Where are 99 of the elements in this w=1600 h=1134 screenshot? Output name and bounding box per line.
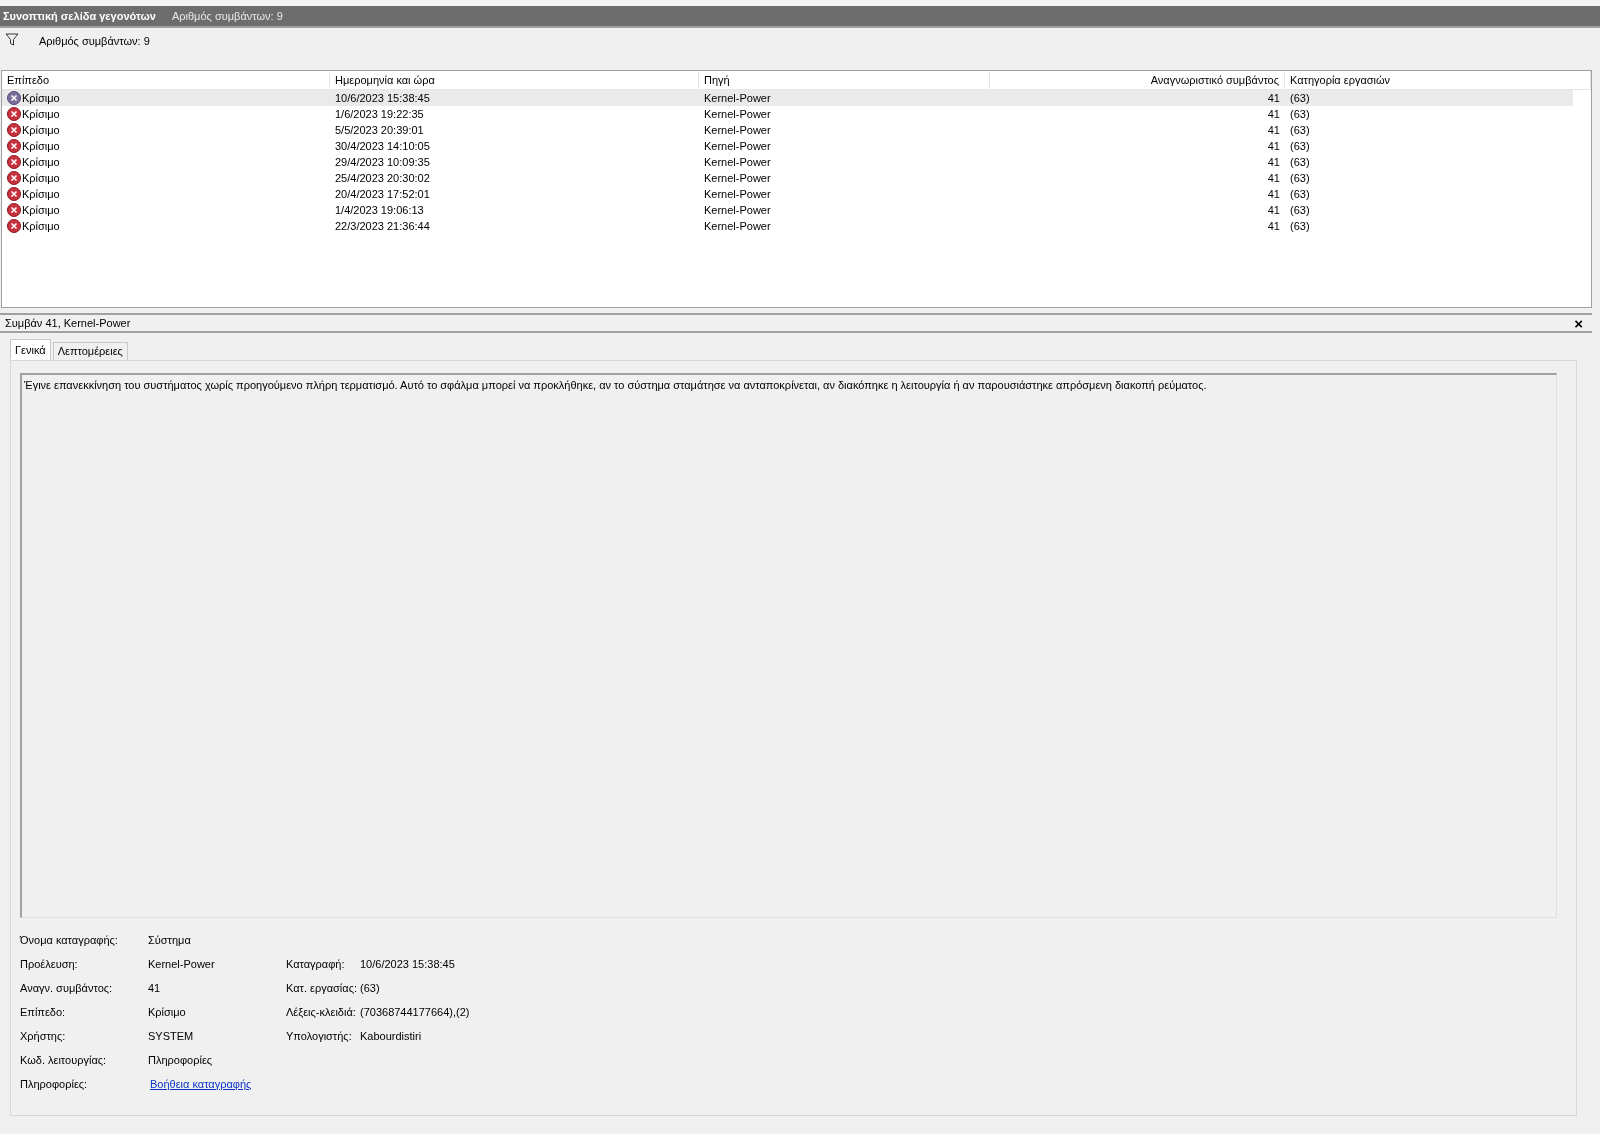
property-value: (63): [360, 981, 380, 996]
event-count: Αριθμός συμβάντων: 9: [171, 8, 283, 24]
source-text: Kernel-Power: [704, 187, 771, 200]
description-text: Έγινε επανεκκίνηση του συστήματος χωρίς προηγούμενο πλήρη τερματισμό. Αυτό το σφάλμα μπορεί να προκλήθηκε, αν το σύστημα σταμάτησε να ανταποκρίνεται, αν διακόπηκε η λειτουργία ή αν παρουσιάστηκε απρόσμενη διακοπή ρεύματος.: [24, 378, 1208, 393]
level-text: Κρίσιμο: [22, 122, 60, 138]
event-id-text: 41: [1267, 170, 1280, 186]
category-text: (63): [1290, 91, 1310, 104]
level-text: Κρίσιμο: [22, 186, 60, 202]
source-text: Kernel-Power: [704, 203, 771, 216]
category-text: (63): [1290, 123, 1310, 136]
property-label: Κωδ. λειτουργίας:: [20, 1053, 108, 1068]
event-id-text: 41: [1267, 90, 1280, 106]
property-label: Πληροφορίες:: [20, 1077, 89, 1092]
level-text: Κρίσιμο: [22, 138, 60, 154]
level-text: Κρίσιμο: [22, 154, 60, 170]
category-text: (63): [1290, 171, 1310, 184]
category-text: (63): [1290, 107, 1310, 120]
property-label: Υπολογιστής:: [286, 1029, 353, 1044]
event-row[interactable]: Κρίσιμο 22/3/2023 21:36:44 Kernel-Power 41 (63): [2, 218, 1573, 234]
event-id-text: 41: [1267, 202, 1280, 218]
property-value: 10/6/2023 15:38:45: [360, 957, 455, 972]
property-value: Kernel-Power: [148, 958, 215, 970]
error-icon: [7, 107, 21, 121]
property-label: Αναγν. συμβάντος:: [20, 981, 114, 996]
event-row[interactable]: Κρίσιμο 1/6/2023 19:22:35 Kernel-Power 41 (63): [2, 106, 1573, 122]
property-value: Κρίσιμο: [148, 1006, 186, 1018]
page-title: Συνοπτική σελίδα γεγονότων: [3, 8, 156, 24]
property-label: Καταγραφή:: [286, 957, 346, 972]
property-value: Σύστημα: [148, 934, 191, 946]
property-value: Kabourdistiri: [360, 1029, 422, 1044]
property-value: Πληροφορίες: [148, 1054, 213, 1066]
event-row[interactable]: Κρίσιμο 29/4/2023 10:09:35 Kernel-Power 41 (63): [2, 154, 1573, 170]
error-icon: [7, 219, 21, 233]
category-text: (63): [1290, 139, 1310, 152]
event-row[interactable]: Κρίσιμο 20/4/2023 17:52:01 Kernel-Power 41 (63): [2, 186, 1573, 202]
date-text: 22/3/2023 21:36:44: [335, 219, 430, 232]
error-icon: [7, 91, 21, 105]
column-header[interactable]: Επίπεδο: [2, 71, 330, 89]
source-text: Kernel-Power: [704, 155, 771, 168]
date-text: 20/4/2023 17:52:01: [335, 187, 430, 200]
event-row[interactable]: Κρίσιμο 1/4/2023 19:06:13 Kernel-Power 41 (63): [2, 202, 1573, 218]
level-text: Κρίσιμο: [22, 218, 60, 234]
category-text: (63): [1290, 203, 1310, 216]
property-value: SYSTEM: [148, 1030, 194, 1042]
property-label: Όνομα καταγραφής:: [20, 933, 119, 948]
source-text: Kernel-Power: [704, 219, 771, 232]
source-text: Kernel-Power: [704, 107, 771, 120]
date-text: 29/4/2023 10:09:35: [335, 155, 430, 168]
date-text: 1/4/2023 19:06:13: [335, 203, 424, 216]
error-icon: [7, 155, 21, 169]
error-icon: [7, 171, 21, 185]
event-id-text: 41: [1267, 154, 1280, 170]
property-value: (70368744177664),(2): [360, 1005, 470, 1020]
help-link[interactable]: Βοήθεια καταγραφής: [150, 1078, 252, 1090]
property-label: Λέξεις-κλειδιά:: [286, 1005, 357, 1020]
category-text: (63): [1290, 219, 1310, 232]
event-id-text: 41: [1267, 106, 1280, 122]
event-id-text: 41: [1267, 122, 1280, 138]
level-text: Κρίσιμο: [22, 170, 60, 186]
column-header[interactable]: Πηγή: [699, 71, 990, 89]
level-text: Κρίσιμο: [22, 90, 60, 106]
property-label: Κατ. εργασίας:: [286, 981, 358, 996]
event-id-text: 41: [1267, 218, 1280, 234]
source-text: Kernel-Power: [704, 139, 771, 152]
event-row[interactable]: Κρίσιμο 30/4/2023 14:10:05 Kernel-Power 41 (63): [2, 138, 1573, 154]
tab[interactable]: Λεπτομέρειες: [52, 342, 128, 360]
date-text: 1/6/2023 19:22:35: [335, 107, 424, 120]
event-row[interactable]: Κρίσιμο 25/4/2023 20:30:02 Kernel-Power 41 (63): [2, 170, 1573, 186]
column-header[interactable]: Κατηγορία εργασιών: [1285, 71, 1591, 89]
event-row[interactable]: Κρίσιμο 5/5/2023 20:39:01 Kernel-Power 41 (63): [2, 122, 1573, 138]
source-text: Kernel-Power: [704, 123, 771, 136]
property-label: Χρήστης:: [20, 1029, 67, 1044]
close-button[interactable]: ×: [1570, 315, 1587, 331]
error-icon: [7, 139, 21, 153]
column-header[interactable]: Ημερομηνία και ώρα: [330, 71, 699, 89]
error-icon: [7, 203, 21, 217]
level-text: Κρίσιμο: [22, 202, 60, 218]
column-header[interactable]: Αναγνωριστικό συμβάντος: [990, 71, 1285, 89]
property-label: Προέλευση:: [20, 957, 79, 972]
date-text: 25/4/2023 20:30:02: [335, 171, 430, 184]
filter-icon[interactable]: [5, 33, 19, 46]
error-icon: [7, 187, 21, 201]
date-text: 30/4/2023 14:10:05: [335, 139, 430, 152]
level-text: Κρίσιμο: [22, 106, 60, 122]
tab[interactable]: Γενικά: [10, 339, 51, 360]
error-icon: [7, 123, 21, 137]
category-text: (63): [1290, 187, 1310, 200]
date-text: 10/6/2023 15:38:45: [335, 91, 430, 104]
event-id-text: 41: [1267, 138, 1280, 154]
source-text: Kernel-Power: [704, 91, 771, 104]
filter-text: Αριθμός συμβάντων: 9: [39, 34, 150, 49]
event-id-text: 41: [1267, 186, 1280, 202]
property-label: Επίπεδο:: [20, 1005, 67, 1020]
event-row[interactable]: Κρίσιμο 10/6/2023 15:38:45 Kernel-Power 41 (63): [2, 90, 1573, 106]
detail-title: Συμβάν 41, Kernel-Power: [5, 315, 131, 331]
property-value: 41: [148, 982, 161, 994]
source-text: Kernel-Power: [704, 171, 771, 184]
category-text: (63): [1290, 155, 1310, 168]
date-text: 5/5/2023 20:39:01: [335, 123, 424, 136]
